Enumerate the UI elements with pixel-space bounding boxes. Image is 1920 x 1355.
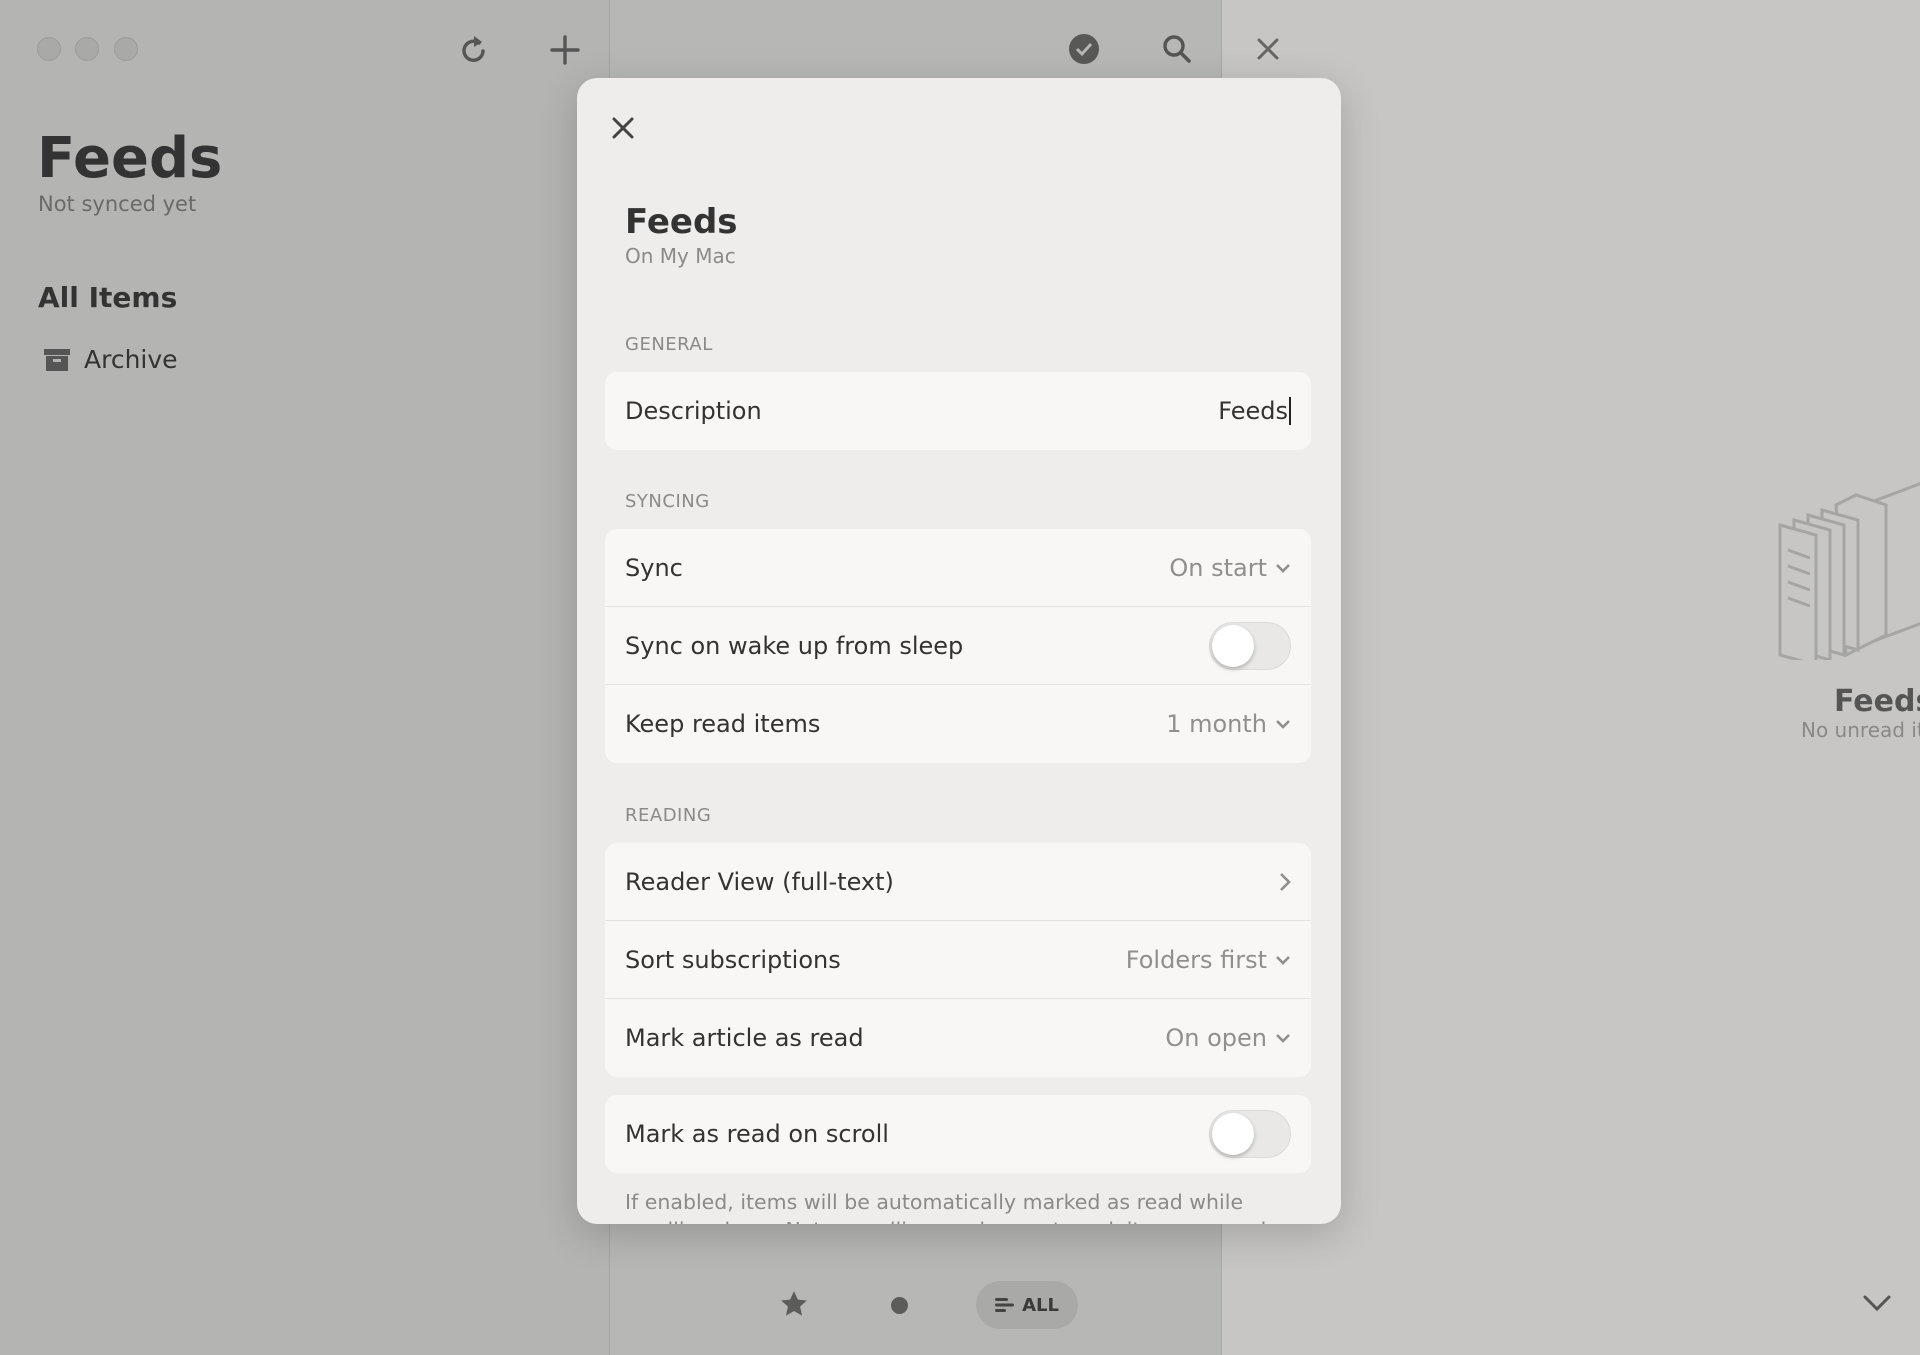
- empty-state-illustration-icon: [1770, 470, 1920, 660]
- sync-on-wake-row: Sync on wake up from sleep: [605, 607, 1311, 685]
- dialog-title: Feeds: [625, 202, 738, 242]
- description-label: Description: [625, 397, 762, 425]
- keep-read-items-value: 1 month: [1166, 710, 1267, 738]
- refresh-icon[interactable]: [459, 33, 489, 65]
- sort-subscriptions-select[interactable]: Folders first: [1126, 946, 1291, 974]
- sidebar-item-all-items[interactable]: All Items: [38, 281, 177, 314]
- toggle-knob: [1212, 624, 1254, 667]
- sync-on-wake-toggle[interactable]: [1209, 621, 1291, 670]
- archive-icon: [44, 348, 70, 372]
- description-row: Description Feeds: [605, 372, 1311, 450]
- dialog-subtitle: On My Mac: [625, 244, 736, 268]
- all-filter-button[interactable]: ALL: [976, 1281, 1078, 1329]
- sync-value: On start: [1169, 553, 1267, 582]
- description-input[interactable]: Feeds: [1218, 397, 1291, 425]
- window-close-button[interactable]: [37, 37, 61, 61]
- sidebar-pane: Feeds Not synced yet All Items Archive: [0, 0, 610, 1355]
- add-icon[interactable]: [550, 35, 580, 65]
- sidebar-item-archive[interactable]: Archive: [44, 345, 178, 374]
- general-card: Description Feeds: [605, 372, 1311, 450]
- mark-read-on-scroll-toggle[interactable]: [1209, 1110, 1291, 1158]
- sync-select[interactable]: On start: [1169, 554, 1291, 582]
- mark-read-on-scroll-label: Mark as read on scroll: [625, 1120, 889, 1148]
- sync-row[interactable]: Sync On start: [605, 529, 1311, 607]
- scroll-card: Mark as read on scroll: [605, 1095, 1311, 1173]
- syncing-card: Sync On start Sync on wake up from sleep…: [605, 529, 1311, 763]
- section-general-header: GENERAL: [625, 334, 713, 355]
- sidebar-title: Feeds: [37, 126, 223, 191]
- toggle-knob: [1212, 1113, 1254, 1155]
- mark-read-on-scroll-row: Mark as read on scroll: [605, 1095, 1311, 1173]
- chevron-down-icon: [1276, 1034, 1290, 1043]
- reading-card: Reader View (full-text) Sort subscriptio…: [605, 843, 1311, 1077]
- all-filter-label: ALL: [1022, 1294, 1059, 1316]
- dialog-close-icon[interactable]: [612, 117, 634, 139]
- sidebar-item-label: Archive: [84, 345, 178, 374]
- chevron-right-icon: [1280, 872, 1291, 891]
- mark-article-read-select[interactable]: On open: [1165, 1024, 1291, 1052]
- list-icon: [995, 1297, 1015, 1313]
- chevron-down-icon: [1276, 955, 1290, 965]
- sync-label: Sync: [625, 553, 683, 582]
- sort-subscriptions-value: Folders first: [1125, 945, 1267, 974]
- mark-all-read-icon[interactable]: [1069, 34, 1099, 64]
- window-zoom-button[interactable]: [114, 37, 138, 61]
- sort-subscriptions-label: Sort subscriptions: [625, 945, 841, 974]
- section-reading-header: READING: [625, 805, 712, 826]
- chevron-down-icon: [1276, 563, 1290, 573]
- reader-view-label: Reader View (full-text): [625, 867, 894, 896]
- sort-subscriptions-row[interactable]: Sort subscriptions Folders first: [605, 921, 1311, 999]
- keep-read-items-label: Keep read items: [625, 710, 821, 738]
- keep-read-items-row[interactable]: Keep read items 1 month: [605, 685, 1311, 763]
- unread-filter-icon[interactable]: [891, 1297, 908, 1314]
- mark-article-read-row[interactable]: Mark article as read On open: [605, 999, 1311, 1077]
- window-minimize-button[interactable]: [75, 37, 99, 61]
- section-syncing-header: SYNCING: [625, 491, 710, 512]
- sync-status: Not synced yet: [38, 192, 197, 216]
- mark-read-on-scroll-help: If enabled, items will be automatically …: [625, 1190, 1273, 1224]
- feed-settings-dialog: Feeds On My Mac GENERAL Description Feed…: [577, 78, 1341, 1224]
- keep-read-items-select[interactable]: 1 month: [1166, 710, 1291, 738]
- mark-article-read-label: Mark article as read: [625, 1024, 864, 1052]
- search-icon[interactable]: [1162, 34, 1192, 64]
- mark-article-read-value: On open: [1165, 1024, 1267, 1052]
- chevron-down-icon: [1276, 720, 1290, 729]
- starred-filter-icon[interactable]: [780, 1290, 808, 1318]
- chevron-down-icon[interactable]: [1862, 1294, 1892, 1312]
- empty-state-title: Feeds: [1834, 684, 1920, 719]
- reader-view-row[interactable]: Reader View (full-text): [605, 843, 1311, 921]
- close-icon[interactable]: [1256, 37, 1280, 61]
- empty-state-subtitle: No unread ite: [1801, 718, 1920, 742]
- sync-on-wake-label: Sync on wake up from sleep: [625, 631, 964, 660]
